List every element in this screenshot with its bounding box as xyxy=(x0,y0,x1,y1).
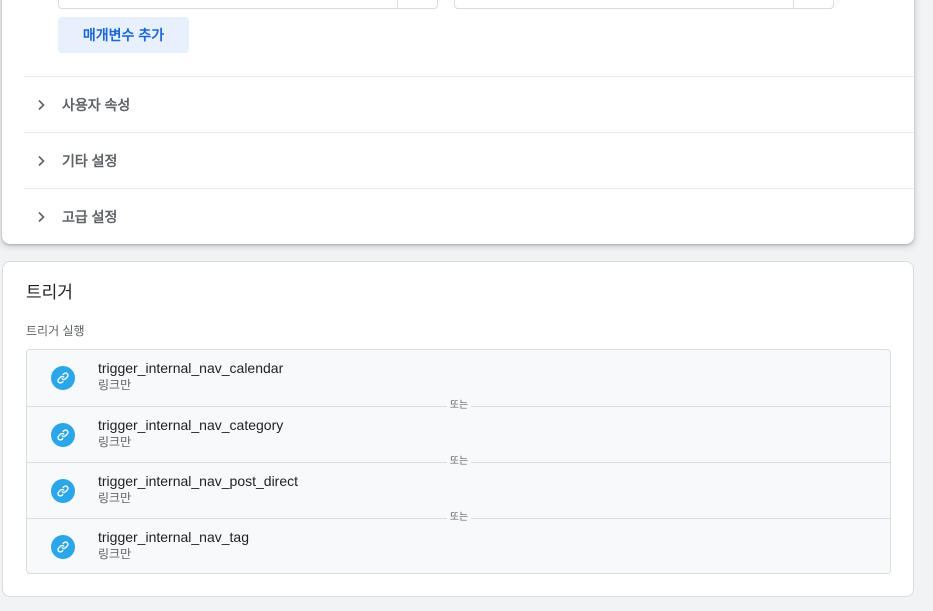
trigger-type: 링크만 xyxy=(98,378,132,392)
tag-config-card: 매개변수 추가 사용자 속성 기타 설정 고급 설정 xyxy=(2,0,914,244)
section-label: 사용자 속성 xyxy=(62,96,131,113)
trigger-list: trigger_internal_nav_calendar 링크만 trigge… xyxy=(26,349,891,574)
trigger-name: trigger_internal_nav_post_direct xyxy=(98,473,299,489)
parameter-name-input[interactable] xyxy=(58,0,438,9)
chevron-right-icon xyxy=(26,211,56,223)
or-separator-label: 또는 xyxy=(447,512,471,524)
trigger-card: 트리거 트리거 실행 trigger_internal_nav_calendar… xyxy=(2,261,914,597)
section-label: 기타 설정 xyxy=(62,152,118,169)
trigger-item[interactable]: trigger_internal_nav_tag 링크만 xyxy=(27,518,890,573)
trigger-type: 링크만 xyxy=(98,491,132,505)
chevron-right-icon xyxy=(26,99,56,111)
link-icon xyxy=(51,479,75,503)
parameter-value-input[interactable] xyxy=(454,0,834,9)
link-icon xyxy=(51,535,75,559)
trigger-card-title: 트리거 xyxy=(26,283,73,302)
or-separator-label: 또는 xyxy=(447,400,471,412)
chevron-right-icon xyxy=(26,155,56,167)
add-parameter-button[interactable]: 매개변수 추가 xyxy=(58,17,189,53)
or-separator-label: 또는 xyxy=(447,456,471,468)
link-icon xyxy=(51,423,75,447)
trigger-type: 링크만 xyxy=(98,435,132,449)
trigger-item[interactable]: trigger_internal_nav_post_direct 링크만 xyxy=(27,462,890,518)
trigger-type: 링크만 xyxy=(98,547,132,561)
trigger-item[interactable]: trigger_internal_nav_calendar 링크만 xyxy=(27,350,890,406)
link-icon xyxy=(51,366,75,390)
trigger-name: trigger_internal_nav_calendar xyxy=(98,360,284,376)
section-advanced-settings[interactable]: 고급 설정 xyxy=(24,188,914,244)
firing-triggers-label: 트리거 실행 xyxy=(26,324,85,338)
section-other-settings[interactable]: 기타 설정 xyxy=(24,132,914,188)
trigger-name: trigger_internal_nav_category xyxy=(98,417,284,433)
section-label: 고급 설정 xyxy=(62,208,118,225)
trigger-name: trigger_internal_nav_tag xyxy=(98,529,249,545)
trigger-item[interactable]: trigger_internal_nav_category 링크만 xyxy=(27,406,890,462)
input-divider xyxy=(397,0,398,8)
input-divider xyxy=(793,0,794,8)
section-user-properties[interactable]: 사용자 속성 xyxy=(24,76,914,132)
